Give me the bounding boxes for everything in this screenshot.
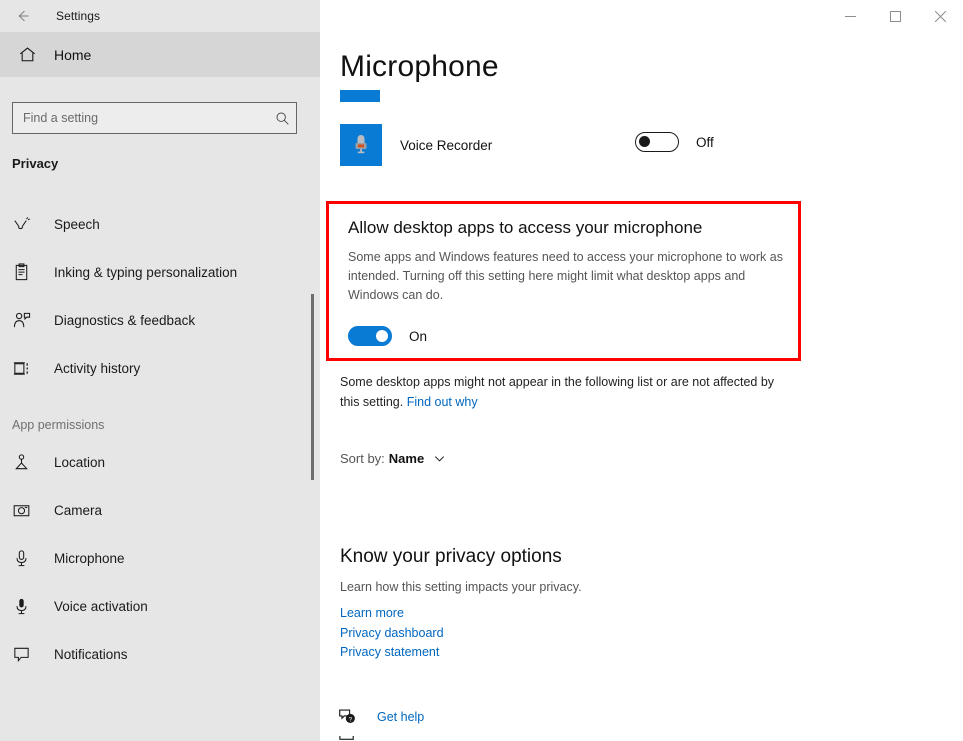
back-button[interactable] — [0, 0, 46, 32]
get-help-row[interactable]: ? Get help — [338, 707, 424, 726]
allow-desktop-apps-toggle-group: On — [348, 326, 427, 346]
privacy-dashboard-link[interactable]: Privacy dashboard — [340, 624, 444, 644]
desktop-apps-note: Some desktop apps might not appear in th… — [340, 372, 780, 412]
sidebar-item-camera[interactable]: Camera — [0, 486, 320, 534]
nav-group-title-app-permissions: App permissions — [12, 418, 105, 432]
sidebar-item-notifications[interactable]: Notifications — [0, 630, 320, 678]
activity-history-icon — [12, 359, 42, 378]
search-icon[interactable] — [275, 111, 290, 126]
title-bar-drag-region — [320, 0, 828, 32]
sidebar-item-label: Location — [54, 454, 106, 470]
voice-recorder-app-icon — [340, 124, 382, 166]
sidebar-scrollbar[interactable] — [309, 232, 319, 532]
sidebar-item-label: Notifications — [54, 646, 128, 662]
voice-recorder-toggle-state: Off — [696, 134, 714, 150]
camera-icon — [12, 501, 42, 520]
window-controls — [828, 0, 963, 32]
get-help-label: Get help — [377, 709, 425, 724]
allow-desktop-apps-toggle-state: On — [409, 328, 428, 344]
sidebar-item-label: Diagnostics & feedback — [54, 312, 196, 328]
page-title: Microphone — [340, 50, 499, 83]
app-name: Voice Recorder — [400, 137, 493, 153]
maximize-button[interactable] — [873, 0, 918, 32]
feedback-icon — [338, 736, 638, 741]
question-bubble-icon: ? — [338, 707, 357, 726]
allow-desktop-apps-title: Allow desktop apps to access your microp… — [348, 218, 703, 237]
find-out-why-link[interactable]: Find out why — [407, 395, 478, 409]
microphone-icon — [12, 549, 42, 568]
sidebar-item-microphone[interactable]: Microphone — [0, 534, 320, 582]
sidebar-scrollbar-thumb[interactable] — [311, 294, 314, 480]
sidebar-item-home[interactable]: Home — [0, 32, 320, 77]
title-bar-left: Settings — [0, 0, 320, 32]
sidebar: Home Privacy Windows permissions — [0, 32, 320, 741]
notification-bubble-icon — [12, 645, 42, 664]
sidebar-item-speech[interactable]: Speech — [0, 202, 320, 248]
location-pin-icon — [12, 453, 42, 472]
sidebar-nav-scroll: Windows permissions Speech — [0, 202, 320, 741]
voice-recorder-toggle-group: Off — [635, 132, 714, 152]
home-icon — [4, 45, 50, 64]
svg-text:?: ? — [348, 716, 352, 723]
sidebar-nav-list: Windows permissions Speech — [0, 202, 320, 678]
desktop-apps-note-text: Some desktop apps might not appear in th… — [340, 375, 775, 409]
clipboard-pen-icon — [12, 262, 42, 282]
speech-icon — [12, 215, 42, 234]
sort-by-value: Name — [388, 451, 425, 466]
voice-recorder-toggle[interactable] — [635, 132, 679, 152]
sidebar-item-voice-activation[interactable]: Voice activation — [0, 582, 320, 630]
sidebar-item-diagnostics-feedback[interactable]: Diagnostics & feedback — [0, 296, 320, 344]
search-container — [12, 102, 297, 134]
sidebar-item-label: Microphone — [54, 550, 125, 566]
title-bar: Settings — [0, 0, 963, 32]
sidebar-section-title: Privacy — [12, 156, 59, 171]
window-title: Settings — [56, 9, 101, 23]
give-feedback-row-clipped[interactable] — [338, 736, 638, 741]
sidebar-item-label: Camera — [54, 502, 103, 518]
accent-bar — [340, 90, 380, 102]
sidebar-item-inking-typing-personalization[interactable]: Inking & typing personalization — [0, 248, 320, 296]
person-feedback-icon — [12, 311, 42, 330]
home-label: Home — [54, 46, 92, 63]
sort-by-dropdown[interactable]: Sort by: Name — [340, 451, 446, 466]
privacy-options-links: Learn more Privacy dashboard Privacy sta… — [340, 604, 444, 663]
sidebar-item-activity-history[interactable]: Activity history — [0, 344, 320, 392]
sidebar-item-label: Speech — [54, 216, 100, 232]
main-content: Microphone Voice Recorder Off Allow desk… — [320, 32, 963, 741]
sidebar-item-label: Inking & typing personalization — [54, 264, 238, 280]
close-button[interactable] — [918, 0, 963, 32]
sidebar-item-label: Voice activation — [54, 598, 148, 614]
settings-window: Settings Home Find a setting Privacy Spe… — [0, 0, 963, 741]
privacy-options-subtitle: Learn how this setting impacts your priv… — [340, 580, 582, 594]
search-input[interactable] — [23, 111, 275, 125]
voice-activation-icon — [12, 597, 42, 616]
allow-desktop-apps-toggle[interactable] — [348, 326, 392, 346]
chevron-down-icon[interactable] — [433, 452, 446, 465]
privacy-statement-link[interactable]: Privacy statement — [340, 643, 444, 663]
highlight-annotation-box: Allow desktop apps to access your microp… — [326, 201, 801, 361]
search-box[interactable] — [12, 102, 297, 134]
sort-by-label: Sort by: — [340, 451, 385, 466]
minimize-button[interactable] — [828, 0, 873, 32]
privacy-options-title: Know your privacy options — [340, 546, 562, 567]
learn-more-link[interactable]: Learn more — [340, 604, 444, 624]
sidebar-item-label: Activity history — [54, 360, 141, 376]
allow-desktop-apps-description: Some apps and Windows features need to a… — [348, 250, 783, 302]
sidebar-item-location[interactable]: Location — [0, 438, 320, 486]
